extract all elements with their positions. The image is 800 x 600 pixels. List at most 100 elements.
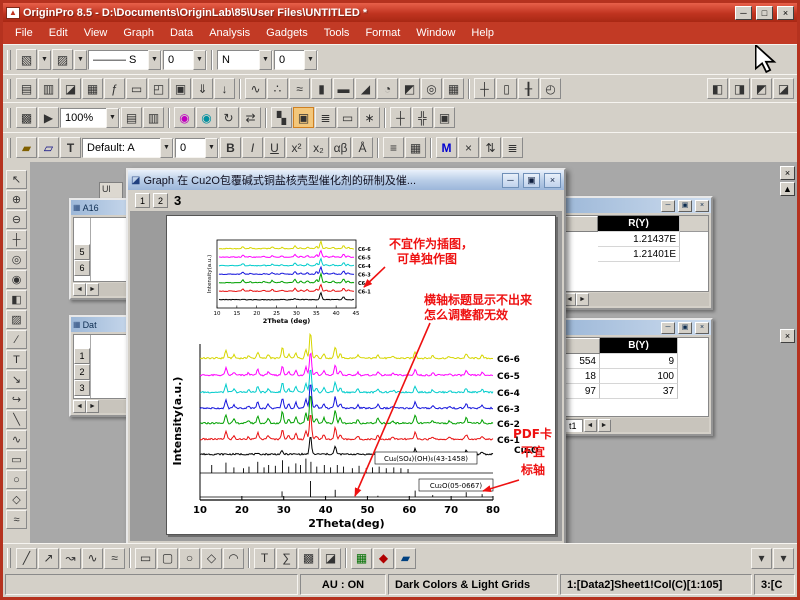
import-ascii-button[interactable]: ↓ (214, 78, 235, 99)
toolbar-grip[interactable] (7, 79, 11, 99)
toolbar-grip[interactable] (7, 50, 11, 70)
rectangle-tool[interactable]: ▭ (6, 450, 27, 469)
worksheet-grid[interactable]: 5541897 B(Y) 910037 (563, 337, 709, 417)
new-matrix-button[interactable]: ▦ (82, 78, 103, 99)
data-selector-tool[interactable]: ◧ (6, 290, 27, 309)
freehand-region-tool[interactable]: ≈ (6, 510, 27, 529)
rescale-axes-button[interactable]: ┼ (474, 78, 495, 99)
curved-arrow-tool[interactable]: ↝ (60, 548, 81, 569)
maximize-button[interactable]: □ (756, 6, 773, 20)
save-project-button[interactable]: ▣ (170, 78, 191, 99)
new-workbook-button[interactable]: ▥ (38, 78, 59, 99)
layer-3-button[interactable]: 3 (171, 193, 184, 208)
zoom-out-tool[interactable]: ⊖ (6, 210, 27, 229)
scroll-right-button[interactable]: ► (86, 283, 99, 296)
toolbar-grip[interactable] (7, 108, 11, 128)
more-tools-dropdown-1[interactable]: ▾ (751, 548, 772, 569)
column-graph-button[interactable]: ▮ (311, 78, 332, 99)
line-style-combo[interactable]: ——— S ▼ (88, 50, 162, 70)
zoom-combo[interactable]: 100% ▼ (60, 108, 120, 128)
pattern-button[interactable]: ▨ (52, 49, 73, 70)
data-reader-tool[interactable]: ◉ (6, 270, 27, 289)
graph-restore-button[interactable]: ▣ (523, 173, 540, 188)
superscript-button[interactable]: x² (286, 137, 307, 158)
draw-data-tool[interactable]: ∕ (6, 330, 27, 349)
dock-left-button[interactable]: ◧ (707, 78, 728, 99)
line-style-dropdown[interactable]: ▼ (148, 50, 161, 70)
insert-table-button[interactable]: ▦ (405, 137, 426, 158)
close-button[interactable]: × (777, 6, 794, 20)
title-bar[interactable]: ▲ OriginPro 8.5 - D:\Documents\OriginLab… (3, 3, 797, 22)
font-size-dropdown[interactable]: ▼ (205, 138, 218, 158)
circle-tool[interactable]: ○ (6, 470, 27, 489)
add-layer-button[interactable]: ┼ (390, 107, 411, 128)
line-tool[interactable]: ╲ (6, 410, 27, 429)
exclude-master-button[interactable]: × (458, 137, 479, 158)
scroll-left-button[interactable]: ◄ (73, 400, 86, 413)
fill-color-dropdown[interactable]: ▼ (38, 50, 51, 70)
pie-graph-button[interactable]: ◔ (377, 78, 398, 99)
minimize-button[interactable]: ─ (661, 322, 675, 334)
cell-value[interactable]: 1.21401E (598, 247, 680, 262)
column-header-ry[interactable]: R(Y) (598, 216, 680, 232)
worksheet-by-titlebar[interactable]: ─ ▣ × (561, 320, 711, 335)
menu-item[interactable]: Gadgets (258, 23, 316, 44)
cell-value[interactable]: 97 (564, 384, 600, 399)
date-stamp-button[interactable]: ◴ (540, 78, 561, 99)
underline-button[interactable]: U (264, 137, 285, 158)
line-tool[interactable]: ╱ (16, 548, 37, 569)
font-dropdown[interactable]: ▼ (160, 138, 173, 158)
worksheet-window-by[interactable]: ─ ▣ × 5541897 B(Y) 910037 t1 (559, 318, 713, 436)
border-style-combo[interactable]: N ▼ (217, 50, 273, 70)
graph-minimize-button[interactable]: ─ (502, 173, 519, 188)
font-combo[interactable]: Default: A ▼ (82, 138, 174, 158)
panel-close-button[interactable]: × (780, 166, 795, 180)
scroll-right-button[interactable]: ► (598, 419, 611, 432)
circle-tool[interactable]: ○ (179, 548, 200, 569)
border-width-combo[interactable]: 0 ▼ (274, 50, 318, 70)
mask-range-tool[interactable]: ▨ (6, 310, 27, 329)
menu-item[interactable]: File (7, 23, 41, 44)
graph-window-titlebar[interactable]: ◪ Graph 在 Cu2O包覆碱式铜盐核壳型催化剂的研制及催... ─ ▣ × (128, 170, 564, 190)
new-function-button[interactable]: ƒ (104, 78, 125, 99)
region-tool[interactable]: ◠ (223, 548, 244, 569)
dock-right-button[interactable]: ◨ (729, 78, 750, 99)
project-explorer-button[interactable]: ▚ (271, 107, 292, 128)
border-width-dropdown[interactable]: ▼ (304, 50, 317, 70)
cell-value[interactable]: 554 (564, 354, 600, 369)
graph-window[interactable]: ◪ Graph 在 Cu2O包覆碱式铜盐核壳型催化剂的研制及催... ─ ▣ ×… (126, 168, 566, 543)
scroll-left-button[interactable]: ◄ (584, 419, 597, 432)
script-window-button[interactable]: ▣ (293, 107, 314, 128)
vertical-translate-button[interactable]: ⇅ (480, 137, 501, 158)
legend-button[interactable]: ▯ (496, 78, 517, 99)
copy-format-button[interactable]: ▱ (38, 137, 59, 158)
image-tool[interactable]: ▩ (298, 548, 319, 569)
rounded-rect-tool[interactable]: ▢ (157, 548, 178, 569)
axes-dialog-button[interactable]: ╂ (518, 78, 539, 99)
menu-item[interactable]: Window (408, 23, 463, 44)
screen-reader-tool[interactable]: ◎ (6, 250, 27, 269)
column-header-by[interactable]: B(Y) (600, 338, 678, 354)
results-log-button[interactable]: ≣ (315, 107, 336, 128)
zoom-in-tool[interactable]: ⊕ (6, 190, 27, 209)
print-preview-button[interactable]: ▥ (143, 107, 164, 128)
color-tool-cyan[interactable]: ◉ (196, 107, 217, 128)
contour-graph-button[interactable]: ◎ (421, 78, 442, 99)
font-size-combo[interactable]: 0 ▼ (175, 138, 219, 158)
duplicate-window-button[interactable]: ▩ (16, 107, 37, 128)
dock-top-button[interactable]: ◩ (751, 78, 772, 99)
horizontal-scrollbar[interactable]: ◄ ► (563, 293, 709, 306)
row-header[interactable]: 5 (74, 244, 90, 260)
curved-arrow-tool[interactable]: ↪ (6, 390, 27, 409)
bar-graph-button[interactable]: ▬ (333, 78, 354, 99)
row-header[interactable]: 3 (74, 380, 90, 396)
polygon-tool[interactable]: ◇ (6, 490, 27, 509)
zoom-dropdown[interactable]: ▼ (106, 108, 119, 128)
layer-1-button[interactable]: 1 (135, 193, 150, 208)
new-graph-button[interactable]: ◪ (60, 78, 81, 99)
new-project-button[interactable]: ▤ (16, 78, 37, 99)
row-header[interactable]: 6 (74, 260, 90, 276)
layer-manager-button[interactable]: ╬ (412, 107, 433, 128)
column-header-left[interactable] (564, 338, 600, 354)
star-tool[interactable]: ◆ (373, 548, 394, 569)
